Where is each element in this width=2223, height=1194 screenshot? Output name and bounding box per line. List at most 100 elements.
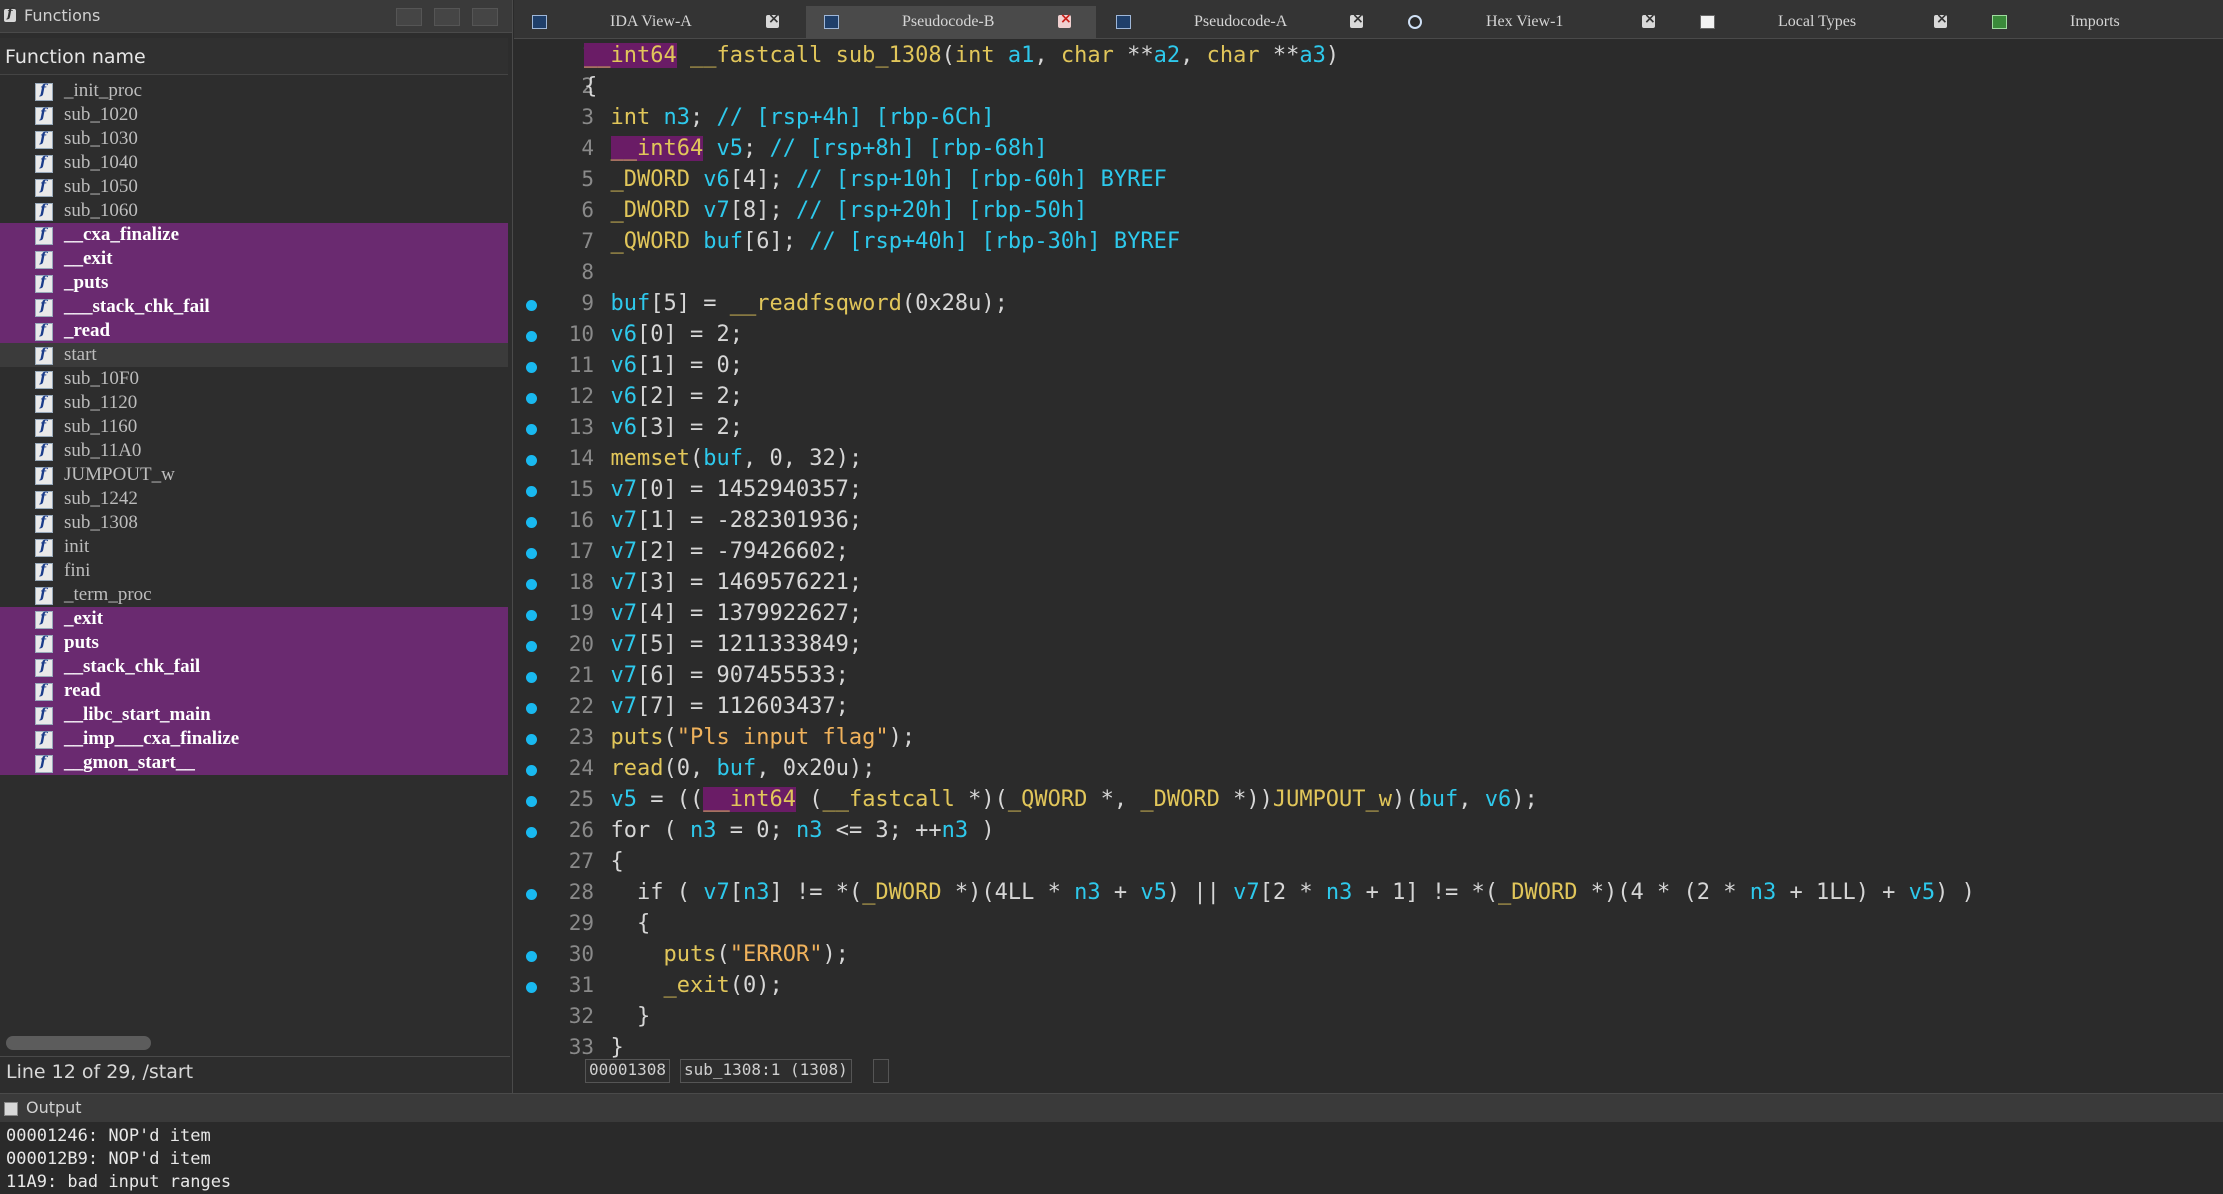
function-list-item[interactable]: sub_10F0 — [0, 367, 508, 391]
breakpoint-dot-icon[interactable] — [526, 517, 537, 528]
tab-ida-view-a[interactable]: IDA View-A — [514, 6, 804, 38]
breakpoint-dot-icon[interactable] — [526, 703, 537, 714]
close-tab-icon[interactable] — [1058, 11, 1072, 28]
breakpoint-dot-icon[interactable] — [526, 486, 537, 497]
breakpoint-dot-icon[interactable] — [526, 951, 537, 962]
function-list-item[interactable]: __gmon_start__ — [0, 751, 508, 775]
code-line[interactable]: 20 v7[5] = 1211333849; — [514, 629, 2223, 660]
breakpoint-dot-icon[interactable] — [526, 672, 537, 683]
code-line[interactable]: 12 v6[2] = 2; — [514, 381, 2223, 412]
function-name-column-header[interactable]: Function name — [0, 38, 508, 75]
function-list-item[interactable]: __stack_chk_fail — [0, 655, 508, 679]
breakpoint-dot-icon[interactable] — [526, 641, 537, 652]
code-line[interactable]: 25 v5 = ((__int64 (__fastcall *)(_QWORD … — [514, 784, 2223, 815]
breakpoint-dot-icon[interactable] — [526, 889, 537, 900]
code-line[interactable]: 3 int n3; // [rsp+4h] [rbp-6Ch] — [514, 102, 2223, 133]
function-list-item[interactable]: sub_1242 — [0, 487, 508, 511]
function-list-item[interactable]: __libc_start_main — [0, 703, 508, 727]
code-line[interactable]: 1__int64 __fastcall sub_1308(int a1, cha… — [514, 40, 2223, 71]
function-list-item[interactable]: sub_1308 — [0, 511, 508, 535]
function-list-item[interactable]: sub_1160 — [0, 415, 508, 439]
function-list-item[interactable]: __cxa_finalize — [0, 223, 508, 247]
code-line[interactable]: 29 { — [514, 908, 2223, 939]
function-list-item[interactable]: __exit — [0, 247, 508, 271]
close-tab-icon[interactable] — [1934, 11, 1948, 28]
code-line[interactable]: 8 — [514, 257, 2223, 288]
function-list-item[interactable]: JUMPOUT_w — [0, 463, 508, 487]
function-list-item[interactable]: _term_proc — [0, 583, 508, 607]
code-line[interactable]: 17 v7[2] = -79426602; — [514, 536, 2223, 567]
function-list-item[interactable]: _init_proc — [0, 79, 508, 103]
code-line[interactable]: 31 _exit(0); — [514, 970, 2223, 1001]
code-line[interactable]: 23 puts("Pls input flag"); — [514, 722, 2223, 753]
code-line[interactable]: 2{ — [514, 71, 2223, 102]
panel-float-button[interactable] — [396, 8, 422, 26]
code-line[interactable]: 13 v6[3] = 2; — [514, 412, 2223, 443]
tab-hex-view-1[interactable]: Hex View-1 — [1390, 6, 1680, 38]
code-line[interactable]: 15 v7[0] = 1452940357; — [514, 474, 2223, 505]
close-tab-icon[interactable] — [1350, 11, 1364, 28]
function-list-item[interactable]: __imp___cxa_finalize — [0, 727, 508, 751]
code-line[interactable]: 19 v7[4] = 1379922627; — [514, 598, 2223, 629]
code-line[interactable]: 21 v7[6] = 907455533; — [514, 660, 2223, 691]
code-line[interactable]: 18 v7[3] = 1469576221; — [514, 567, 2223, 598]
function-list-item[interactable]: _exit — [0, 607, 508, 631]
code-line[interactable]: 22 v7[7] = 112603437; — [514, 691, 2223, 722]
tab-pseudocode-b[interactable]: Pseudocode-B — [806, 6, 1096, 38]
panel-dock-button[interactable] — [434, 8, 460, 26]
code-line[interactable]: 14 memset(buf, 0, 32); — [514, 443, 2223, 474]
breakpoint-dot-icon[interactable] — [526, 331, 537, 342]
function-list-item[interactable]: _read — [0, 319, 508, 343]
function-list-item[interactable]: sub_1120 — [0, 391, 508, 415]
function-list-item[interactable]: read — [0, 679, 508, 703]
breakpoint-dot-icon[interactable] — [526, 455, 537, 466]
breakpoint-dot-icon[interactable] — [526, 393, 537, 404]
code-line[interactable]: 16 v7[1] = -282301936; — [514, 505, 2223, 536]
code-line[interactable]: 32 } — [514, 1001, 2223, 1032]
breakpoint-dot-icon[interactable] — [526, 796, 537, 807]
code-line[interactable]: 7 _QWORD buf[6]; // [rsp+40h] [rbp-30h] … — [514, 226, 2223, 257]
code-line[interactable]: 4 __int64 v5; // [rsp+8h] [rbp-68h] — [514, 133, 2223, 164]
code-line[interactable]: 24 read(0, buf, 0x20u); — [514, 753, 2223, 784]
function-list-item[interactable]: sub_1020 — [0, 103, 508, 127]
output-panel[interactable]: 00001246: NOP'd item 000012B9: NOP'd item… — [0, 1122, 2223, 1194]
breakpoint-dot-icon[interactable] — [526, 362, 537, 373]
function-list-item[interactable]: fini — [0, 559, 508, 583]
code-line[interactable]: 6 _DWORD v7[8]; // [rsp+20h] [rbp-50h] — [514, 195, 2223, 226]
function-list-item[interactable]: sub_1030 — [0, 127, 508, 151]
code-line[interactable]: 5 _DWORD v6[4]; // [rsp+10h] [rbp-60h] B… — [514, 164, 2223, 195]
tab-local-types[interactable]: Local Types — [1682, 6, 1972, 38]
functions-horizontal-scrollbar[interactable] — [6, 1036, 151, 1050]
function-list-item[interactable]: ___stack_chk_fail — [0, 295, 508, 319]
function-list-item[interactable]: sub_1050 — [0, 175, 508, 199]
breakpoint-dot-icon[interactable] — [526, 765, 537, 776]
function-list-item[interactable]: _puts — [0, 271, 508, 295]
close-tab-icon[interactable] — [1642, 11, 1656, 28]
code-line[interactable]: 9 buf[5] = __readfsqword(0x28u); — [514, 288, 2223, 319]
code-line[interactable]: 30 puts("ERROR"); — [514, 939, 2223, 970]
code-line[interactable]: 28 if ( v7[n3] != *(_DWORD *)(4LL * n3 +… — [514, 877, 2223, 908]
pseudocode-view[interactable]: 1__int64 __fastcall sub_1308(int a1, cha… — [514, 40, 2223, 1060]
breakpoint-dot-icon[interactable] — [526, 424, 537, 435]
code-line[interactable]: 26 for ( n3 = 0; n3 <= 3; ++n3 ) — [514, 815, 2223, 846]
tab-pseudocode-a[interactable]: Pseudocode-A — [1098, 6, 1388, 38]
breakpoint-dot-icon[interactable] — [526, 610, 537, 621]
function-list-item[interactable]: puts — [0, 631, 508, 655]
code-line[interactable]: 27 { — [514, 846, 2223, 877]
breakpoint-dot-icon[interactable] — [526, 548, 537, 559]
function-list-item[interactable]: sub_11A0 — [0, 439, 508, 463]
code-line[interactable]: 11 v6[1] = 0; — [514, 350, 2223, 381]
function-list-item[interactable]: sub_1060 — [0, 199, 508, 223]
code-line[interactable]: 10 v6[0] = 2; — [514, 319, 2223, 350]
close-tab-icon[interactable] — [766, 11, 780, 28]
breakpoint-dot-icon[interactable] — [526, 579, 537, 590]
breakpoint-dot-icon[interactable] — [526, 300, 537, 311]
tab-imports[interactable]: Imports — [1974, 6, 2223, 38]
breakpoint-dot-icon[interactable] — [526, 982, 537, 993]
function-list-item[interactable]: init — [0, 535, 508, 559]
breakpoint-dot-icon[interactable] — [526, 827, 537, 838]
function-list-item[interactable]: sub_1040 — [0, 151, 508, 175]
breakpoint-dot-icon[interactable] — [526, 734, 537, 745]
panel-close-button[interactable] — [472, 8, 498, 26]
function-list-item[interactable]: start — [0, 343, 508, 367]
